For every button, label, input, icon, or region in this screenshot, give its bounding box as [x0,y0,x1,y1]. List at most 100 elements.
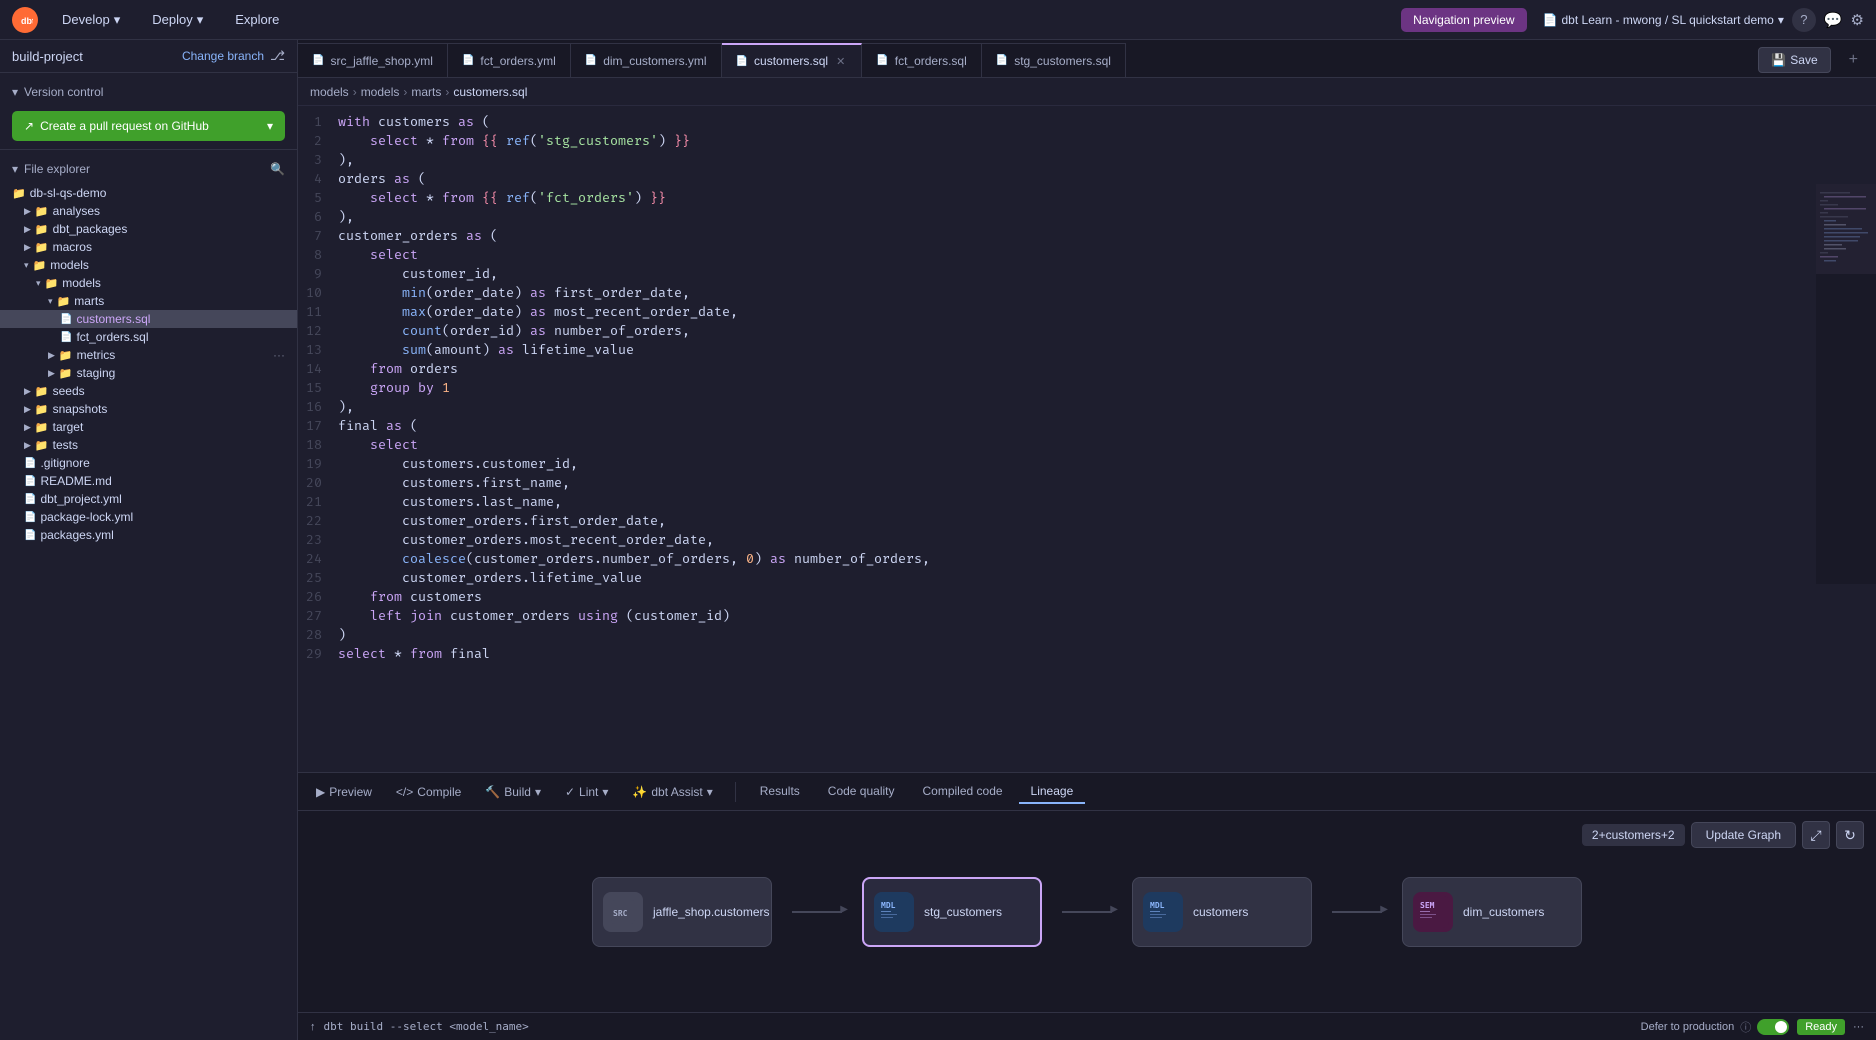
file-tree-item[interactable]: ▶ 📁 seeds [0,382,297,400]
save-button[interactable]: 💾 Save [1758,47,1830,73]
folder-icon: 📁 [35,403,49,416]
preview-button[interactable]: ▶ Preview [306,778,382,806]
file-tree-item[interactable]: 📄 dbt_project.yml [0,490,297,508]
code-line: 9 customer_id, [298,266,1876,285]
develop-nav-item[interactable]: Develop ▾ [54,8,128,32]
top-nav: dbt Develop ▾ Deploy ▾ Explore Navigatio… [0,0,1876,40]
build-button[interactable]: 🔨 Build ▾ [475,778,551,806]
tab-fct-orders-sql[interactable]: 📄 fct_orders.sql [862,43,981,77]
refresh-graph-button[interactable]: ↻ [1836,821,1864,849]
compile-button[interactable]: </> Compile [386,778,471,806]
navigation-preview-button[interactable]: Navigation preview [1401,8,1526,32]
breadcrumb: models › models › marts › customers.sql [298,78,1876,106]
file-tree-item[interactable]: ▶ 📁 target [0,418,297,436]
chevron-down-icon: ▾ [36,278,41,289]
defer-toggle-switch[interactable] [1757,1019,1789,1035]
file-tree-item[interactable]: ▶ 📁 staging [0,364,297,382]
file-icon: 📄 [24,530,36,541]
lineage-controls: 2+customers+2 Update Graph ⤢ ↻ [1582,821,1864,849]
file-tree-item[interactable]: ▶ 📁 snapshots [0,400,297,418]
search-icon[interactable]: 🔍 [270,162,285,176]
results-tab[interactable]: Results [748,780,812,804]
expand-graph-button[interactable]: ⤢ [1802,821,1830,849]
lineage-filter-badge[interactable]: 2+customers+2 [1582,824,1685,846]
tab-fct-orders-yml[interactable]: 📄 fct_orders.yml [448,43,571,77]
code-icon: </> [396,785,413,799]
file-tree-item[interactable]: ▾ 📁 marts [0,292,297,310]
editor-area: 📄 src_jaffle_shop.yml 📄 fct_orders.yml 📄… [298,40,1876,1040]
lineage-node-jaffle-shop-customers[interactable]: SRC jaffle_shop.customers [592,877,772,947]
file-tree-item[interactable]: 📄 README.md [0,472,297,490]
more-options-icon[interactable]: ··· [1853,1021,1864,1033]
svg-text:MDL: MDL [1150,901,1165,910]
folder-icon: 📁 [12,187,26,200]
file-tree-item[interactable]: ▶ 📁 dbt_packages [0,220,297,238]
file-explorer-section: ▾ File explorer 🔍 📁 db-sl-qs-demo ▶ 📁 an… [0,150,297,1040]
lineage-arrow: ▶ [792,911,842,913]
dbt-logo: dbt [12,7,38,33]
node-label: jaffle_shop.customers [653,905,770,919]
compiled-code-tab[interactable]: Compiled code [911,780,1015,804]
file-tree-item[interactable]: 📄 packages.yml [0,526,297,544]
node-badge: MDL [874,892,914,932]
chevron-right-icon: ▶ [24,242,31,253]
file-tree-item[interactable]: 📄 .gitignore [0,454,297,472]
chevron-right-icon: ▶ [24,386,31,397]
code-line: 16 ), [298,399,1876,418]
code-editor[interactable]: 1 with customers as ( 2 select * from {{… [298,106,1876,772]
tab-src-jaffle-shop[interactable]: 📄 src_jaffle_shop.yml [298,43,448,77]
result-tabs: Results Code quality Compiled code Linea… [748,780,1086,804]
folder-icon: 📁 [57,295,71,308]
file-tree-item[interactable]: 📄 package-lock.yml [0,508,297,526]
notifications-icon[interactable]: 💬 [1824,11,1843,29]
code-line: 22 customer_orders.first_order_date, [298,513,1876,532]
play-icon: ▶ [316,785,325,799]
lineage-node-dim-customers[interactable]: SEM dim_customers [1402,877,1582,947]
file-icon: 📄 [24,512,36,523]
file-tree-item[interactable]: ▾ 📁 models [0,256,297,274]
settings-icon[interactable]: ⚙ [1851,11,1864,29]
file-tree-item[interactable]: ▶ 📁 analyses [0,202,297,220]
file-tree-item[interactable]: ▶ 📁 macros [0,238,297,256]
create-pr-button[interactable]: ↗ Create a pull request on GitHub ▾ [12,111,285,141]
help-icon[interactable]: ? [1792,8,1816,32]
lint-button[interactable]: ✓ Lint ▾ [555,778,618,806]
explore-nav-item[interactable]: Explore [227,8,287,31]
file-tree-item[interactable]: ▶ 📁 tests [0,436,297,454]
chevron-right-icon: ▶ [24,422,31,433]
sidebar: build-project Change branch ⎇ ▾ Version … [0,40,298,1040]
file-tree-item[interactable]: ▾ 📁 models [0,274,297,292]
lineage-tab[interactable]: Lineage [1019,780,1086,804]
add-tab-button[interactable]: + [1839,43,1868,77]
change-branch-button[interactable]: Change branch [182,49,264,63]
tab-dim-customers-yml[interactable]: 📄 dim_customers.yml [571,43,722,77]
more-options-icon[interactable]: ··· [273,348,285,362]
customers-sql-item[interactable]: 📄 customers.sql [0,310,297,328]
up-arrow-icon: ↑ [310,1021,316,1033]
lineage-arrow: ▶ [1332,911,1382,913]
folder-icon: 📁 [59,349,73,362]
deploy-nav-item[interactable]: Deploy ▾ [144,8,211,32]
code-line: 15 group by 1 [298,380,1876,399]
code-line: 28 ) [298,627,1876,646]
code-quality-tab[interactable]: Code quality [816,780,907,804]
tab-close-icon[interactable]: ✕ [834,54,847,69]
code-line: 6 ), [298,209,1876,228]
tab-stg-customers-sql[interactable]: 📄 stg_customers.sql [982,43,1126,77]
chevron-right-icon: ▶ [24,224,31,235]
version-control-header[interactable]: ▾ Version control [12,81,285,103]
node-badge: SEM [1413,892,1453,932]
file-tree-item[interactable]: 📁 db-sl-qs-demo [0,184,297,202]
lineage-node-customers[interactable]: MDL customers [1132,877,1312,947]
code-line: 20 customers.first_name, [298,475,1876,494]
update-graph-button[interactable]: Update Graph [1691,822,1796,848]
dbt-assist-button[interactable]: ✨ dbt Assist ▾ [622,778,722,806]
dbt-logo-icon: dbt [12,7,38,33]
tab-customers-sql[interactable]: 📄 customers.sql ✕ [722,43,863,77]
code-line: 19 customers.customer_id, [298,456,1876,475]
code-line: 8 select [298,247,1876,266]
lineage-node-stg-customers[interactable]: MDL stg_customers [862,877,1042,947]
file-tree-item[interactable]: ▶ 📁 metrics ··· [0,346,297,364]
chevron-right-icon: ▶ [48,350,55,361]
fct-orders-sql-item[interactable]: 📄 fct_orders.sql [0,328,297,346]
